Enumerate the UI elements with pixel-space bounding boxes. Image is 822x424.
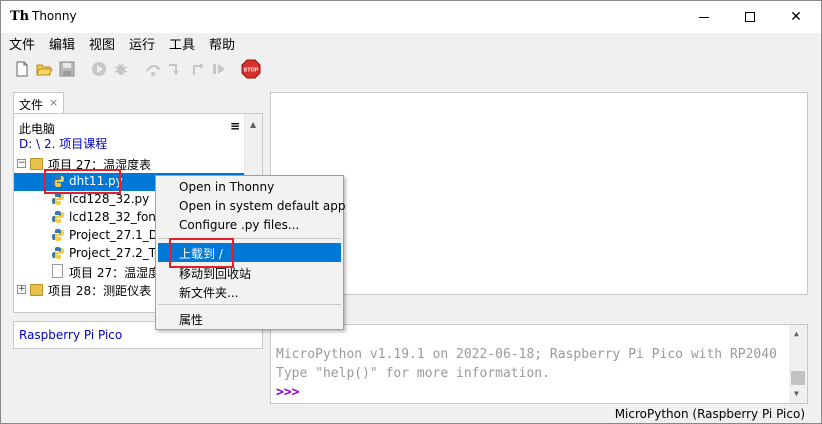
menu-item-new-folder[interactable]: 新文件夹... — [158, 282, 341, 301]
thonny-window: Th Thonny ✕ 文件 编辑 视图 运行 工具 帮助 STOP 文件 × … — [0, 0, 822, 424]
device-panel-body — [13, 349, 263, 404]
shell-prompt[interactable]: >>> — [276, 385, 299, 400]
thonny-app-icon: Th — [10, 9, 30, 24]
tab-files[interactable]: 文件 × — [13, 92, 64, 114]
menu-item-configure-py[interactable]: Configure .py files... — [158, 216, 341, 235]
menu-item-label: Open in Thonny — [179, 180, 275, 194]
status-bar: MicroPython (Raspberry Pi Pico) — [1, 405, 821, 423]
tree-item-label: lcd128_32.py — [69, 192, 150, 206]
toolbar: STOP — [1, 53, 821, 87]
scroll-thumb[interactable] — [791, 371, 805, 385]
minimize-button[interactable] — [681, 1, 727, 33]
menu-separator — [158, 304, 341, 305]
menu-item-open-default-app[interactable]: Open in system default app — [158, 197, 345, 216]
device-title[interactable]: Raspberry Pi Pico — [19, 328, 122, 342]
menu-run[interactable]: 运行 — [129, 34, 155, 53]
python-file-icon — [52, 229, 64, 241]
step-out-icon[interactable] — [188, 60, 206, 78]
collapse-icon[interactable]: − — [17, 159, 26, 168]
interpreter-selector[interactable]: MicroPython (Raspberry Pi Pico) — [615, 407, 805, 421]
menu-item-properties[interactable]: 属性 — [158, 309, 341, 328]
shell-scrollbar[interactable]: ▲ ▼ — [789, 325, 807, 403]
stop-icon-label: STOP — [244, 68, 259, 74]
run-icon[interactable] — [90, 60, 108, 78]
maximize-button[interactable] — [727, 1, 773, 33]
editor-area[interactable] — [270, 92, 808, 295]
window-title: Thonny — [32, 9, 77, 23]
step-into-icon[interactable] — [166, 60, 184, 78]
tab-close-icon[interactable]: × — [49, 96, 58, 109]
menubar: 文件 编辑 视图 运行 工具 帮助 — [1, 33, 821, 53]
files-menu-icon[interactable]: ≡ — [230, 119, 240, 133]
python-file-icon — [52, 211, 64, 223]
highlight-box-file — [44, 169, 121, 194]
close-button[interactable]: ✕ — [773, 1, 819, 33]
folder-icon — [30, 284, 43, 296]
close-icon: ✕ — [790, 9, 802, 25]
highlight-box-upload — [169, 238, 234, 268]
scroll-up-icon[interactable]: ▲ — [250, 120, 256, 129]
open-file-icon[interactable] — [35, 60, 53, 78]
shell-help-line: Type "help()" for more information. — [276, 366, 550, 381]
menu-help[interactable]: 帮助 — [209, 34, 235, 53]
title-bar: Th Thonny ✕ — [1, 1, 821, 33]
step-over-icon[interactable] — [144, 60, 162, 78]
menu-view[interactable]: 视图 — [89, 34, 115, 53]
tab-files-label: 文件 — [19, 98, 44, 112]
tree-item-label: 项目 28：测距仪表 — [48, 284, 152, 298]
scroll-down-icon[interactable]: ▼ — [794, 389, 799, 398]
shell-panel[interactable]: MicroPython v1.19.1 on 2022-06-18; Raspb… — [270, 324, 808, 404]
python-file-icon — [52, 193, 64, 205]
menu-file[interactable]: 文件 — [9, 34, 35, 53]
stop-icon[interactable]: STOP — [241, 59, 261, 79]
menu-item-label: Configure .py files... — [179, 218, 300, 232]
menu-item-label: 属性 — [179, 313, 204, 327]
python-file-icon — [52, 247, 64, 259]
location-path[interactable]: D: \ 2. 项目课程 — [19, 135, 107, 152]
debug-icon[interactable] — [112, 60, 130, 78]
tree-item-label: Project_27.2_Ter — [69, 246, 167, 260]
file-icon — [52, 264, 63, 278]
menu-item-label: 新文件夹... — [179, 286, 239, 300]
menu-edit[interactable]: 编辑 — [49, 34, 75, 53]
shell-tabstrip — [270, 301, 808, 323]
resume-icon[interactable] — [210, 60, 228, 78]
scroll-up-icon[interactable]: ▲ — [794, 329, 799, 338]
menu-tools[interactable]: 工具 — [169, 34, 195, 53]
save-icon[interactable] — [58, 60, 76, 78]
shell-banner-line: MicroPython v1.19.1 on 2022-06-18; Raspb… — [276, 347, 777, 362]
menu-item-open-in-thonny[interactable]: Open in Thonny — [158, 178, 341, 197]
expand-icon[interactable]: + — [17, 285, 26, 294]
folder-icon — [30, 158, 43, 170]
menu-item-label: Open in system default app — [179, 199, 346, 213]
tree-item-label: 项目 27：温湿度 — [69, 266, 161, 280]
new-file-icon[interactable] — [13, 60, 31, 78]
minimize-icon — [699, 17, 709, 18]
maximize-icon — [745, 12, 755, 22]
